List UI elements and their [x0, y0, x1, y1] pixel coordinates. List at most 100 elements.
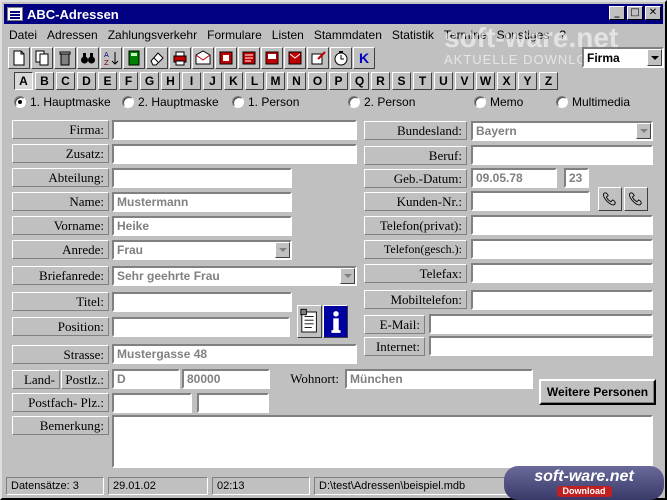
clock-icon[interactable]	[330, 47, 352, 69]
kunden-nr-field[interactable]	[471, 191, 590, 211]
letter-icon[interactable]	[238, 47, 260, 69]
weitere-personen-button[interactable]: Weitere Personen	[539, 379, 656, 405]
internet-field[interactable]	[429, 336, 653, 356]
new-document-icon[interactable]	[8, 47, 30, 69]
sort-az-icon[interactable]: AZ	[100, 47, 122, 69]
bundesland-dropdown[interactable]: Bayern	[471, 121, 653, 141]
radio-memo[interactable]: Memo	[474, 95, 523, 109]
firma-field[interactable]	[112, 120, 357, 140]
alpha-i[interactable]: I	[182, 72, 201, 90]
menu-adressen[interactable]: Adressen	[42, 28, 103, 42]
bemerkung-field[interactable]	[112, 415, 653, 468]
radio-2-person[interactable]: 2. Person	[348, 95, 415, 109]
zusatz-field[interactable]	[112, 144, 357, 164]
info-button[interactable]	[323, 305, 348, 338]
postfach-field[interactable]	[112, 393, 192, 413]
radio-2-hauptmaske[interactable]: 2. Hauptmaske	[122, 95, 219, 109]
alpha-e[interactable]: E	[98, 72, 117, 90]
menu-help[interactable]: ?	[554, 28, 571, 42]
alpha-r[interactable]: R	[371, 72, 390, 90]
dropdown-arrow-icon[interactable]	[275, 242, 290, 258]
alpha-v[interactable]: V	[455, 72, 474, 90]
close-button[interactable]: ✕	[645, 6, 661, 20]
mobiltelefon-field[interactable]	[471, 290, 653, 310]
alpha-p[interactable]: P	[329, 72, 348, 90]
title-bar[interactable]: ABC-Adressen _ □ ✕	[4, 4, 663, 24]
alpha-h[interactable]: H	[161, 72, 180, 90]
search-field-combo[interactable]: Firma	[582, 47, 664, 68]
menu-formulare[interactable]: Formulare	[202, 28, 267, 42]
alpha-s[interactable]: S	[392, 72, 411, 90]
alpha-q[interactable]: Q	[350, 72, 369, 90]
alpha-g[interactable]: G	[140, 72, 159, 90]
telefax-field[interactable]	[471, 263, 653, 283]
alpha-u[interactable]: U	[434, 72, 453, 90]
alpha-y[interactable]: Y	[518, 72, 537, 90]
menu-statistik[interactable]: Statistik	[387, 28, 439, 42]
postlz-field[interactable]: 80000	[182, 369, 270, 389]
menu-termine[interactable]: Termine	[439, 28, 492, 42]
age-field[interactable]: 23	[564, 168, 589, 188]
copy-document-icon[interactable]	[31, 47, 53, 69]
alpha-x[interactable]: X	[497, 72, 516, 90]
alpha-c[interactable]: C	[56, 72, 75, 90]
label-icon[interactable]	[215, 47, 237, 69]
dial-button-1[interactable]	[598, 187, 622, 211]
calculator-icon[interactable]	[123, 47, 145, 69]
dial-button-2[interactable]	[624, 187, 648, 211]
envelope-icon[interactable]	[192, 47, 214, 69]
radio-multimedia[interactable]: Multimedia	[556, 95, 630, 109]
fax-icon[interactable]	[261, 47, 283, 69]
dropdown-arrow-icon[interactable]	[647, 49, 662, 66]
alpha-k[interactable]: K	[224, 72, 243, 90]
alpha-m[interactable]: M	[266, 72, 285, 90]
email-field[interactable]	[429, 314, 653, 334]
beruf-field[interactable]	[471, 145, 653, 165]
anrede-dropdown[interactable]: Frau	[112, 240, 292, 260]
alpha-l[interactable]: L	[245, 72, 264, 90]
name-field[interactable]: Mustermann	[112, 192, 292, 212]
notepad-icon[interactable]	[307, 47, 329, 69]
vorname-field[interactable]: Heike	[112, 216, 292, 236]
menu-sonstiges[interactable]: Sonstiges	[492, 28, 555, 42]
alpha-t[interactable]: T	[413, 72, 432, 90]
radio-1-person[interactable]: 1. Person	[232, 95, 299, 109]
binoculars-icon[interactable]	[77, 47, 99, 69]
printer-icon[interactable]	[169, 47, 191, 69]
alpha-n[interactable]: N	[287, 72, 306, 90]
titel-field[interactable]	[112, 292, 292, 312]
alpha-z[interactable]: Z	[539, 72, 558, 90]
dropdown-arrow-icon[interactable]	[340, 268, 355, 284]
position-field[interactable]	[112, 317, 290, 337]
telefon-privat-field[interactable]	[471, 215, 653, 235]
land-field[interactable]: D	[112, 369, 180, 389]
alpha-j[interactable]: J	[203, 72, 222, 90]
alpha-b[interactable]: B	[35, 72, 54, 90]
alpha-a[interactable]: A	[14, 72, 33, 90]
alpha-d[interactable]: D	[77, 72, 96, 90]
dropdown-arrow-icon[interactable]	[636, 123, 651, 139]
abteilung-field[interactable]	[112, 168, 292, 188]
postfach-plz-field[interactable]	[197, 393, 269, 413]
wohnort-field[interactable]: München	[345, 369, 533, 389]
menu-listen[interactable]: Listen	[267, 28, 309, 42]
menu-stammdaten[interactable]: Stammdaten	[309, 28, 387, 42]
address-book-button[interactable]	[297, 305, 322, 338]
eraser-icon[interactable]	[146, 47, 168, 69]
trash-icon[interactable]	[54, 47, 76, 69]
menu-datei[interactable]: Datei	[4, 28, 42, 42]
minimize-button[interactable]: _	[609, 6, 625, 20]
strasse-field[interactable]: Mustergasse 48	[112, 344, 357, 364]
telefon-gesch-field[interactable]	[471, 239, 653, 259]
geb-datum-field[interactable]: 09.05.78	[471, 168, 557, 188]
alpha-w[interactable]: W	[476, 72, 495, 90]
app-icon[interactable]	[7, 7, 23, 21]
briefanrede-dropdown[interactable]: Sehr geehrte Frau	[112, 266, 357, 286]
alpha-o[interactable]: O	[308, 72, 327, 90]
menu-zahlungsverkehr[interactable]: Zahlungsverkehr	[103, 28, 202, 42]
maximize-button[interactable]: □	[627, 6, 643, 20]
k-icon[interactable]: K	[353, 47, 375, 69]
radio-1-hauptmaske[interactable]: 1. Hauptmaske	[14, 95, 111, 109]
email-icon[interactable]	[284, 47, 306, 69]
alpha-f[interactable]: F	[119, 72, 138, 90]
